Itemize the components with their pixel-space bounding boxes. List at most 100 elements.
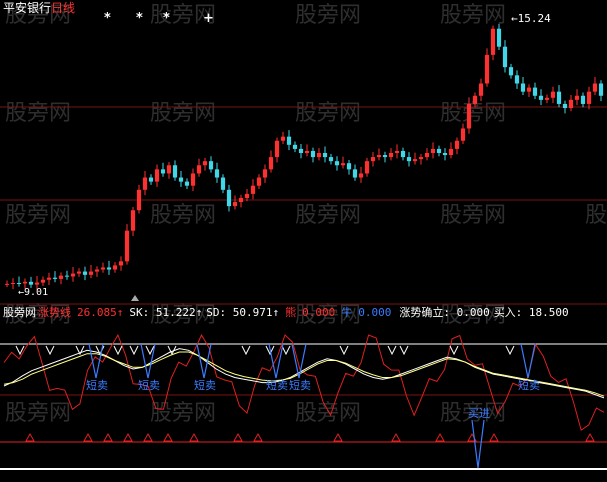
watermark-text: 股旁网	[295, 401, 361, 426]
candle-body	[580, 95, 586, 104]
header-sk: SK: 51.222↑	[129, 306, 202, 319]
candle-body	[154, 169, 160, 182]
header-bear-label: 熊	[285, 305, 296, 319]
candle-body	[484, 54, 490, 84]
header-bear-value: 0.000	[302, 306, 335, 319]
candle-body	[28, 281, 34, 285]
chart-svg: 股旁网股旁网股旁网股旁网股旁网股旁网股旁网股旁网股旁网股旁网股旁网股旁网股旁网股…	[0, 0, 607, 478]
candle-body	[286, 136, 292, 145]
candle-body	[334, 161, 340, 166]
candle-body	[352, 169, 358, 178]
watermark-text: 股旁网	[5, 101, 71, 126]
candle-body	[358, 173, 364, 178]
candle-body	[514, 75, 520, 84]
candle-body	[148, 177, 154, 182]
header-buy: 买入: 18.500	[494, 306, 569, 319]
candle-body	[16, 283, 22, 285]
watermark-text: 股旁网	[5, 401, 71, 426]
candle-body	[316, 153, 322, 158]
candle-body	[454, 140, 460, 149]
candle-body	[160, 169, 166, 174]
candle-body	[238, 197, 244, 203]
candle-body	[550, 91, 556, 98]
header-indicator-value: 26.085↑	[77, 306, 123, 319]
candle-body	[190, 173, 196, 186]
candle-body	[58, 275, 64, 279]
candle-body	[214, 169, 220, 178]
watermark-text: 股旁网	[150, 401, 216, 426]
candle-body	[490, 28, 496, 55]
watermark-text: 股旁网	[150, 203, 216, 228]
candle-body	[184, 181, 190, 186]
candle-body	[88, 271, 94, 275]
candle-body	[442, 153, 448, 156]
candle-body	[400, 150, 406, 158]
candle-body	[142, 177, 148, 190]
watermark-text: 股旁网	[440, 101, 506, 126]
candle-body	[562, 103, 568, 109]
header-brand: 股旁网	[3, 305, 36, 319]
short-sell-label: 短卖	[518, 378, 540, 392]
watermark-text: 股旁网	[5, 203, 71, 228]
candle-body	[280, 136, 286, 141]
candle-body	[244, 193, 250, 198]
candle-body	[52, 277, 58, 279]
buy-signal-label: 买进	[468, 407, 490, 420]
candle-body	[172, 165, 178, 178]
candle-body	[292, 144, 298, 149]
candle-body	[310, 150, 316, 158]
candle-body	[94, 269, 100, 272]
candle-body	[424, 153, 430, 158]
candle-body	[478, 83, 484, 96]
high-price-label: ←15.24	[511, 12, 551, 25]
candle-body	[250, 185, 256, 194]
candle-body	[472, 95, 478, 104]
candle-body	[274, 140, 280, 158]
candle-body	[520, 83, 526, 92]
candle-body	[406, 157, 412, 162]
price-panel-title: 平安银行日线	[3, 0, 75, 15]
candle-body	[304, 150, 310, 153]
title-period: 日线	[51, 1, 75, 15]
candle-body	[226, 189, 232, 207]
candle-body	[124, 230, 130, 262]
candle-body	[430, 148, 436, 153]
candle-body	[298, 148, 304, 153]
candle-body	[220, 177, 226, 190]
candle-body	[178, 177, 184, 182]
candle-body	[322, 153, 328, 158]
header-sd: SD: 50.971↑	[206, 306, 279, 319]
candle-body	[502, 46, 508, 68]
watermark-text: 股旁网	[295, 101, 361, 126]
candle-body	[346, 163, 352, 170]
short-sell-label: 短卖	[266, 378, 288, 392]
watermark-text: 股旁网	[295, 3, 361, 28]
candle-body	[556, 91, 562, 104]
star-marker-icon: *	[104, 11, 111, 26]
candle-body	[376, 155, 382, 158]
candle-body	[34, 282, 40, 285]
candle-body	[130, 210, 136, 231]
candle-body	[106, 267, 112, 270]
header-bull-label: 牛	[341, 305, 352, 319]
watermark-text: 股旁网	[585, 203, 607, 228]
header-trend: 涨势确立: 0.000	[399, 305, 489, 319]
candle-body	[496, 28, 502, 47]
watermark-text: 股旁网	[440, 203, 506, 228]
candle-body	[394, 150, 400, 153]
candle-body	[4, 283, 10, 285]
candle-body	[10, 283, 16, 285]
candle-body	[448, 148, 454, 156]
candle-body	[46, 277, 52, 280]
candle-body	[64, 275, 70, 277]
candle-body	[526, 87, 532, 92]
candle-body	[202, 161, 208, 166]
header-bull-value: 0.000	[358, 306, 391, 319]
candle-body	[100, 267, 106, 270]
candle-body	[586, 91, 592, 104]
candle-body	[544, 97, 550, 100]
candle-body	[40, 279, 46, 283]
candle-body	[136, 189, 142, 211]
candle-body	[364, 161, 370, 174]
candle-body	[82, 271, 88, 275]
